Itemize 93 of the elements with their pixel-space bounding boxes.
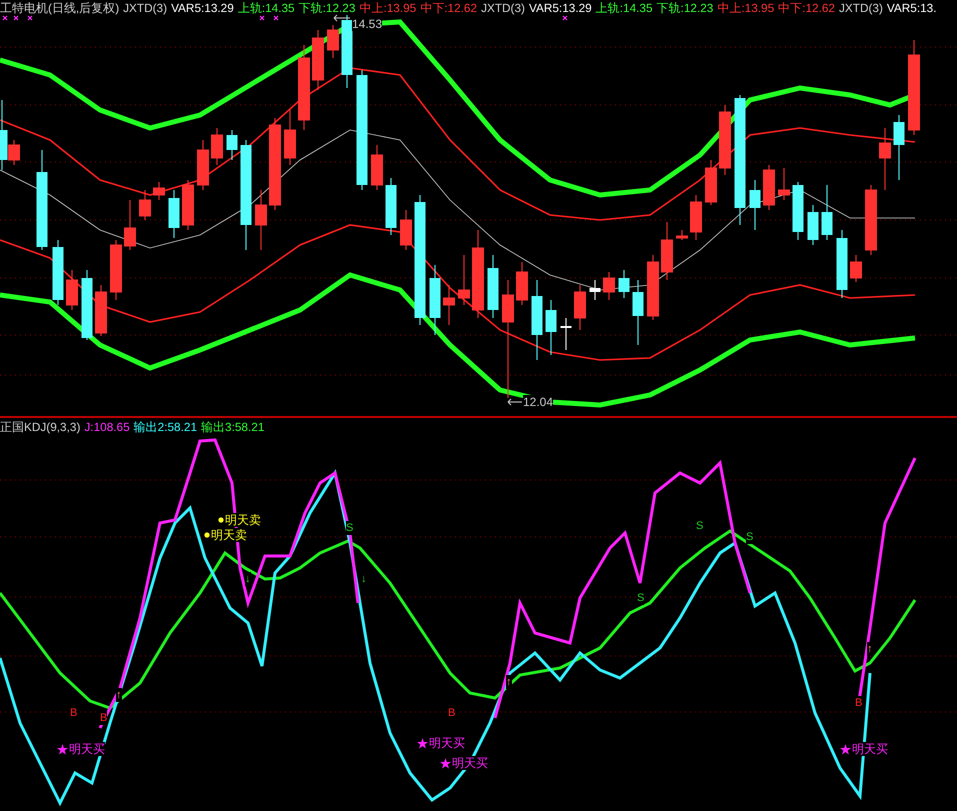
legend-label: 下轨:12.23: [298, 0, 356, 16]
up-arrow-label: ↑: [506, 675, 512, 689]
legend-label: 下轨:12.23: [656, 0, 714, 16]
candlestick: [850, 254, 862, 282]
candlestick: [66, 270, 78, 310]
candlestick: [110, 240, 122, 300]
legend-label: 正国KDJ(9,3,3): [0, 419, 80, 435]
candlestick: [52, 240, 64, 306]
candlestick: [792, 182, 804, 240]
up-arrow-label: ↑: [867, 642, 872, 656]
sell-point-label: S: [637, 591, 644, 605]
candlestick: [661, 222, 673, 280]
candlestick: [255, 190, 267, 250]
buy-signal-label: 明天买: [852, 742, 888, 756]
star-icon: [840, 744, 851, 754]
candlestick: [82, 270, 92, 340]
candlestick: [95, 284, 107, 336]
dot-icon: [204, 532, 210, 538]
candlestick: [516, 262, 528, 306]
candlestick: [647, 254, 659, 320]
legend-label: 上轨:14.35: [596, 0, 653, 16]
legend-label: VAR5:13.29: [528, 0, 592, 16]
star-icon: [57, 744, 68, 754]
buy-signal-label: 明天买: [429, 736, 465, 750]
low-pointer-line: [508, 398, 522, 406]
candlestick: [574, 284, 586, 330]
legend-label: 输出3:58.21: [201, 419, 264, 435]
candlestick: [168, 190, 180, 238]
legend-label: 上轨:14.35: [238, 0, 295, 16]
candlestick: [312, 30, 324, 90]
sell-point-label: S: [746, 530, 754, 544]
dot-icon: [218, 517, 224, 523]
candlestick: [603, 272, 615, 300]
up-arrow-label: ↑: [116, 688, 122, 702]
candlestick: [808, 204, 818, 246]
star-icon: [440, 758, 451, 768]
candlestick: [778, 168, 790, 200]
candlestick: [327, 24, 339, 58]
sell-signal-label: 明天卖: [211, 528, 247, 542]
candlestick: [676, 230, 688, 240]
candlestick: [618, 270, 630, 298]
legend-label: VAR5:13.: [886, 0, 937, 16]
legend-label: 中上:13.95: [359, 0, 416, 16]
legend-label: J:108.65: [84, 419, 130, 435]
legend-label: 输出2:58.21: [134, 419, 198, 435]
candlestick: [763, 164, 775, 210]
star-icon: [417, 738, 428, 748]
candlestick: [139, 190, 151, 220]
candlestick: [750, 180, 760, 230]
candlestick: [226, 130, 238, 160]
candlestick: [705, 160, 717, 206]
candlestick: [443, 284, 455, 326]
buy-signal-label: 明天买: [452, 756, 488, 770]
legend-label: 中上:13.95: [717, 0, 774, 16]
down-arrow-label: ↓: [245, 572, 250, 586]
candlestick: [211, 128, 223, 166]
legend-label: 中下:12.62: [778, 0, 835, 16]
candlestick: [197, 140, 209, 190]
candlestick: [836, 230, 848, 298]
legend-label: JXTD(3): [123, 0, 168, 16]
candlestick: [386, 178, 396, 236]
legend-label: 中下:12.62: [420, 0, 478, 16]
candlestick: [865, 184, 877, 256]
buy-point-label: B: [855, 696, 862, 710]
candlestick: [182, 180, 194, 230]
candlestick: [458, 254, 470, 306]
legend-label: JXTD(3): [481, 0, 525, 16]
high-pointer-line: [334, 14, 350, 22]
candlestick: [284, 110, 296, 166]
low-price-label: 12.04: [523, 395, 554, 409]
candlestick: [430, 264, 440, 336]
candlestick: [879, 128, 891, 190]
candlestick: [546, 300, 556, 356]
sell-signal-label: 明天卖: [225, 513, 261, 527]
sell-point-label: S: [346, 521, 354, 535]
candlestick: [894, 114, 904, 180]
candlestick: [371, 144, 383, 190]
candlestick: [822, 184, 832, 240]
legend-label: JXTD(3): [838, 0, 883, 16]
candlestick: [124, 200, 136, 250]
candlestick: [560, 318, 572, 350]
candlestick: [719, 104, 731, 176]
candlestick: [488, 254, 498, 318]
legend-label: 工特电机(日线,后复权): [0, 0, 120, 16]
candlestick: [590, 280, 600, 300]
candlestick: [153, 182, 165, 200]
high-price-label: 14.53: [352, 17, 382, 31]
candlestick: [400, 210, 412, 250]
buy-point-label: B: [100, 711, 108, 725]
candlestick: [632, 280, 644, 346]
buy-signal-label: 明天买: [69, 742, 105, 756]
candlestick: [690, 194, 702, 240]
legend-label: VAR5:13.29: [171, 0, 234, 16]
